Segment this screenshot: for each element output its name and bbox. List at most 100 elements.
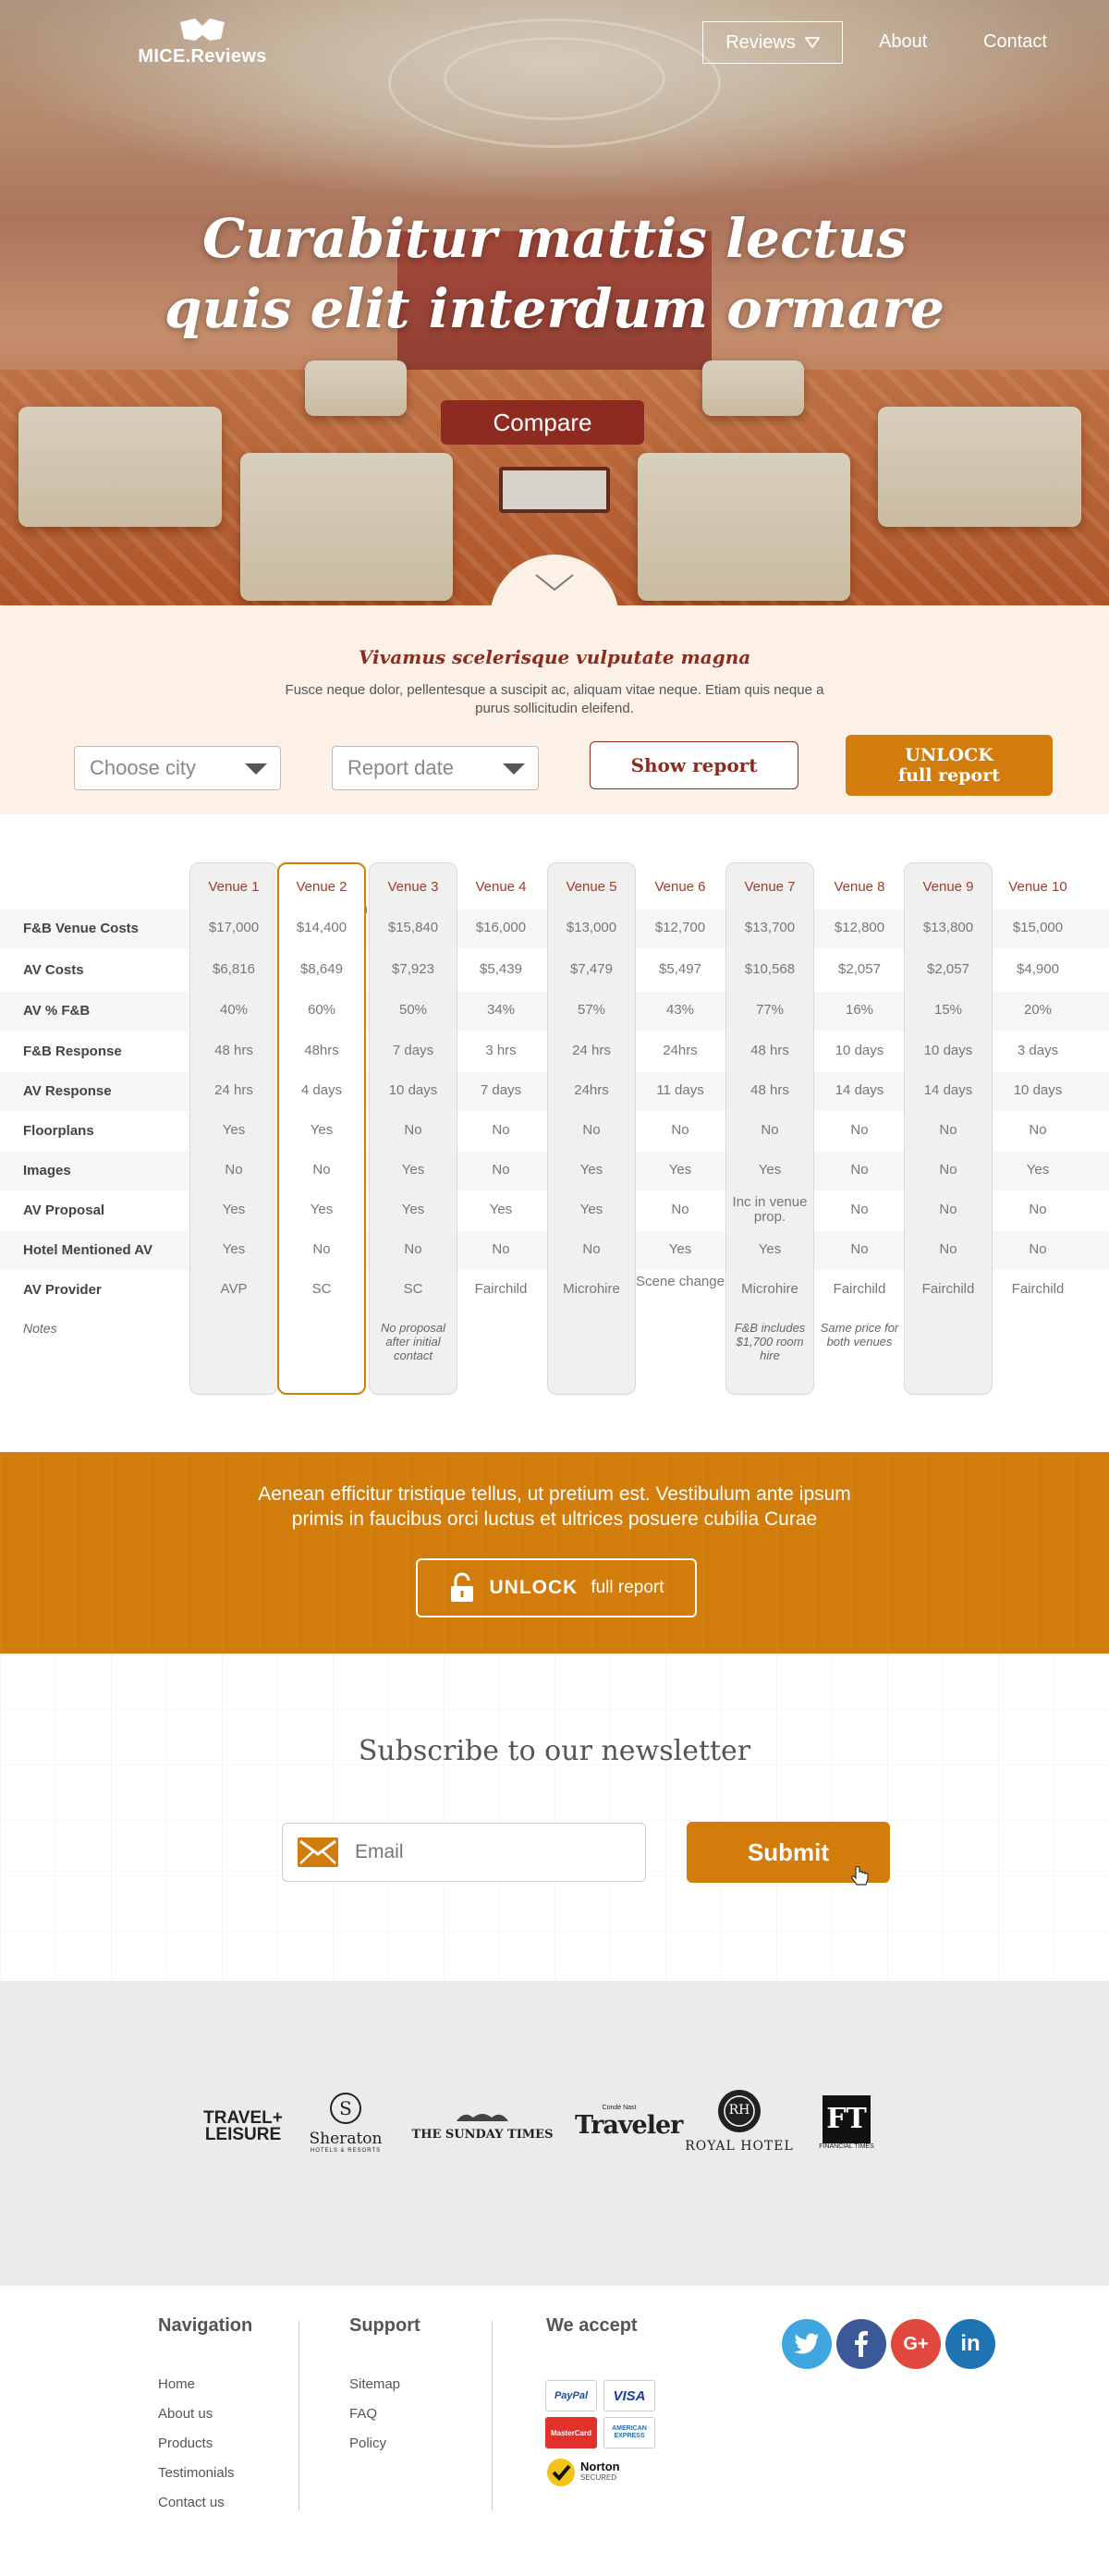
venue-header[interactable]: Venue 6 [636, 879, 725, 895]
venue-header[interactable]: Venue 5 [547, 879, 636, 895]
venue-header[interactable]: Venue 3 [369, 879, 457, 895]
table-cell: 10 days [1013, 1082, 1063, 1098]
footer-nav-link[interactable]: Products [158, 2436, 213, 2451]
footer-support-link[interactable]: Policy [349, 2436, 386, 2451]
unlock-full-report-button[interactable]: UNLOCK full report [846, 735, 1053, 796]
cta-unlock-button[interactable]: UNLOCK full report [416, 1558, 697, 1618]
table-cell: No [582, 1241, 601, 1257]
venue-header[interactable]: Venue 7 [725, 879, 814, 895]
report-date-select[interactable]: Report date [332, 746, 539, 790]
scroll-down-icon[interactable] [534, 573, 575, 593]
table-cell: No [1029, 1241, 1047, 1257]
table-cell: No [225, 1162, 243, 1178]
table-cell: No [671, 1122, 689, 1138]
norton-check-icon [547, 2459, 575, 2486]
twitter-icon[interactable] [782, 2319, 832, 2369]
table-cell: Yes [222, 1241, 246, 1257]
sheraton-logo: S Sheraton HOTELS & RESORTS [301, 2092, 390, 2154]
table-cell: No [492, 1241, 510, 1257]
table-cell: Microhire [741, 1281, 798, 1297]
table-cell: Yes [310, 1202, 334, 1217]
table-cell: $10,568 [744, 961, 796, 977]
table-cell: $2,057 [927, 961, 969, 977]
unlock-cta-section: Aenean efficitur tristique tellus, ut pr… [0, 1452, 1109, 1654]
row-label: F&B Venue Costs [23, 921, 140, 936]
venue-comparison-table: Venue 1 Venue 2 Venue 3 Venue 4 Venue 5 Venue… [0, 814, 1109, 1452]
table-cell: SC [311, 1281, 332, 1297]
table-cell: $4,900 [1017, 961, 1059, 977]
table-cell: SC [403, 1281, 423, 1297]
venue-header[interactable]: Venue 10 [993, 879, 1082, 895]
unlock-icon [451, 1572, 474, 1602]
table-cell: No [1029, 1122, 1047, 1138]
table-cell: No [1029, 1202, 1047, 1217]
table-cell: No [671, 1202, 689, 1217]
mastercard-icon: MasterCard [545, 2417, 597, 2448]
show-report-button[interactable]: Show report [590, 741, 798, 789]
nav-about-link[interactable]: About [879, 31, 927, 53]
table-cell: $6,816 [213, 961, 255, 977]
financial-times-logo: FT FINANCIAL TIMES [819, 2095, 874, 2151]
table-cell: Microhire [563, 1281, 620, 1297]
newsletter-heading: Subscribe to our newsletter [358, 1735, 751, 1767]
traveler-name: Traveler [575, 2111, 683, 2140]
site-logo[interactable]: MICE.Reviews [133, 17, 272, 67]
table-cell: 4 days [300, 1082, 343, 1098]
footer-accept-heading: We accept [546, 2315, 638, 2336]
footer-support-heading: Support [349, 2315, 420, 2336]
table-note: F&B includes $1,700 room hire [734, 1321, 806, 1362]
filter-description: Fusce neque dolor, pellentesque a suscip… [285, 682, 824, 716]
table-cell: No [492, 1122, 510, 1138]
footer-nav-link[interactable]: About us [158, 2406, 213, 2422]
table-cell: 48 hrs [214, 1043, 253, 1058]
svg-text:S: S [339, 2097, 352, 2119]
table-cell: 3 days [1017, 1043, 1059, 1058]
footer-nav-link[interactable]: Home [158, 2376, 195, 2392]
table-cell: 24 hrs [572, 1043, 611, 1058]
row-label: AV Provider [23, 1282, 102, 1298]
city-select[interactable]: Choose city [74, 746, 281, 790]
cta-full-report-label: full report [591, 1578, 664, 1597]
table-cell: $13,800 [922, 920, 974, 935]
venue-header[interactable]: Venue 9 [904, 879, 993, 895]
table-cell: Inc in venue prop. [732, 1194, 808, 1225]
table-cell: 24hrs [663, 1043, 698, 1058]
nav-reviews-dropdown[interactable]: Reviews [702, 21, 843, 64]
cta-text: Aenean efficitur tristique tellus, ut pr… [258, 1483, 851, 1530]
footer-nav-link[interactable]: Contact us [158, 2495, 225, 2510]
nav-contact-link[interactable]: Contact [983, 31, 1047, 53]
linkedin-icon[interactable]: in [945, 2319, 995, 2369]
table-note: No proposal after initial contact [380, 1321, 446, 1362]
google-plus-icon[interactable]: G+ [891, 2319, 941, 2369]
email-field[interactable] [282, 1823, 646, 1882]
table-cell: 7 days [392, 1043, 434, 1058]
venue-header[interactable]: Venue 8 [815, 879, 904, 895]
footer-support-link[interactable]: FAQ [349, 2406, 377, 2422]
venue-header[interactable]: Venue 2 [277, 879, 366, 895]
email-input[interactable] [355, 1841, 632, 1863]
footer-nav-link[interactable]: Testimonials [158, 2465, 235, 2481]
table-cell: AVP [220, 1281, 248, 1297]
full-report-label: full report [898, 765, 1000, 786]
norton-name: Norton [580, 2460, 620, 2473]
table-cell: 50% [398, 1002, 428, 1018]
table-cell: Yes [401, 1162, 425, 1178]
traveler-logo: Condé Nast Traveler [575, 2105, 683, 2140]
footer-navigation-heading: Navigation [158, 2315, 253, 2336]
venue-header[interactable]: Venue 1 [189, 879, 278, 895]
facebook-icon[interactable] [836, 2319, 886, 2369]
table-cell: 40% [219, 1002, 249, 1018]
table-cell: 24 hrs [214, 1082, 253, 1098]
compare-button[interactable]: Compare [441, 400, 644, 445]
table-cell: Yes [668, 1241, 692, 1257]
table-cell: No [850, 1241, 869, 1257]
table-cell: 15% [933, 1002, 963, 1018]
table-cell: 48 hrs [750, 1082, 789, 1098]
row-label: F&B Response [23, 1044, 122, 1059]
row-label: AV Response [23, 1083, 112, 1099]
venue-header[interactable]: Venue 4 [457, 879, 545, 895]
table-cell: 77% [755, 1002, 785, 1018]
table-cell: $7,479 [570, 961, 613, 977]
table-cell: 10 days [835, 1043, 884, 1058]
footer-support-link[interactable]: Sitemap [349, 2376, 400, 2392]
